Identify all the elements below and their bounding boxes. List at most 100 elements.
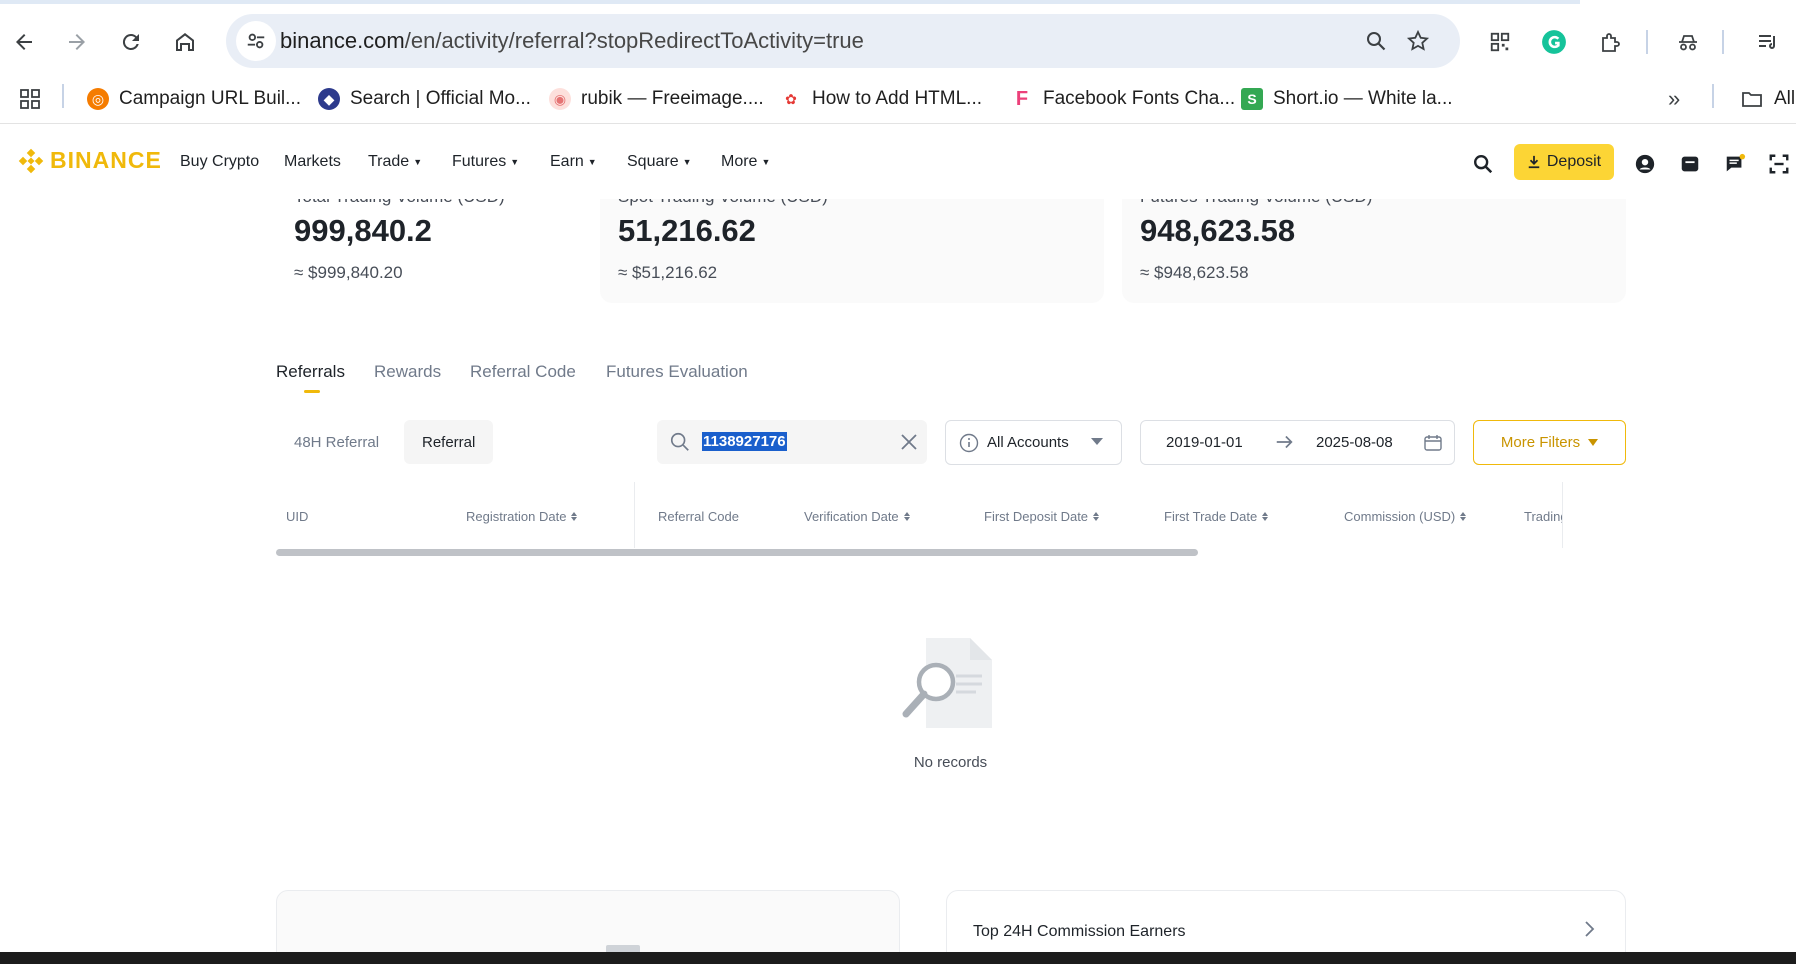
bookmark-item[interactable]: ◆ Search | Official Mo... <box>318 84 531 114</box>
apps-button[interactable] <box>18 84 42 114</box>
sort-icon[interactable] <box>571 512 578 521</box>
toolbar-separator <box>1646 30 1648 54</box>
reload-button[interactable] <box>111 22 151 62</box>
extensions-icon[interactable] <box>1594 26 1626 58</box>
nav-markets[interactable]: Markets <box>284 153 341 171</box>
forward-arrow-icon <box>69 34 85 50</box>
date-to[interactable]: 2025-08-08 <box>1316 434 1393 451</box>
bookmark-item[interactable]: ◉ rubik — Freeimage.... <box>549 84 764 114</box>
url-text[interactable]: binance.com/en/activity/referral?stopRed… <box>280 28 864 54</box>
chevron-down-icon: ▼ <box>510 157 520 167</box>
nav-square[interactable]: Square ▼ <box>627 153 692 171</box>
binance-logo-icon <box>18 148 44 173</box>
reading-list-icon[interactable] <box>1752 26 1784 58</box>
home-button[interactable] <box>165 22 205 62</box>
user-icon[interactable] <box>1632 151 1658 177</box>
segment-48h-referral[interactable]: 48H Referral <box>276 420 397 464</box>
ga-icon: ◎ <box>87 88 109 110</box>
search-icon[interactable] <box>1470 151 1496 177</box>
grammarly-icon[interactable] <box>1538 26 1570 58</box>
scan-icon[interactable] <box>1766 151 1792 177</box>
column-commission[interactable]: Commission (USD) <box>1344 509 1467 524</box>
stat-value: 999,840.2 <box>294 213 432 248</box>
column-label: Trading <box>1524 509 1563 524</box>
nav-buy-crypto[interactable]: Buy Crypto <box>180 153 259 171</box>
shortio-icon: S <box>1241 88 1263 110</box>
tab-referrals[interactable]: Referrals <box>276 362 345 382</box>
chevron-right-icon[interactable] <box>1579 919 1599 939</box>
incognito-icon[interactable] <box>1672 26 1704 58</box>
segment-referral[interactable]: Referral <box>404 420 494 464</box>
column-label: First Deposit Date <box>984 509 1089 524</box>
toolbar-separator <box>1722 30 1724 54</box>
globe-icon: ◆ <box>318 88 340 110</box>
search-value[interactable]: 1138927176 <box>702 432 787 451</box>
nav-futures[interactable]: Futures ▼ <box>452 153 519 171</box>
column-label: Verification Date <box>804 509 899 524</box>
tab-label: Referrals <box>276 362 345 381</box>
column-verification-date[interactable]: Verification Date <box>804 509 910 524</box>
column-trading: Trading <box>1524 509 1563 524</box>
sort-icon[interactable] <box>1262 512 1269 521</box>
bookmark-item[interactable]: ◎ Campaign URL Buil... <box>87 84 301 114</box>
clear-icon[interactable] <box>899 432 919 452</box>
column-divider <box>1562 482 1563 548</box>
more-bookmarks-button[interactable]: » <box>1668 84 1680 114</box>
column-uid: UID <box>286 509 308 524</box>
bookmark-item[interactable]: ✿ How to Add HTML... <box>780 84 982 114</box>
date-from[interactable]: 2019-01-01 <box>1166 434 1243 451</box>
date-range-picker[interactable]: 2019-01-01 2025-08-08 <box>1140 420 1455 465</box>
tab-label: Futures Evaluation <box>606 362 748 381</box>
site-info-button[interactable] <box>236 21 276 61</box>
all-bookmarks-button[interactable]: All <box>1740 84 1795 114</box>
accounts-select[interactable]: All Accounts <box>945 420 1122 465</box>
wallet-icon[interactable] <box>1677 151 1703 177</box>
html-icon: ✿ <box>780 88 802 110</box>
bookmark-label: Campaign URL Buil... <box>119 88 301 109</box>
table-horizontal-scrollbar[interactable] <box>276 549 1198 556</box>
column-first-trade-date[interactable]: First Trade Date <box>1164 509 1269 524</box>
uid-search-input[interactable]: 1138927176 <box>657 420 927 464</box>
back-button[interactable] <box>4 22 44 62</box>
forward-button[interactable] <box>57 22 97 62</box>
bookmark-label: rubik — Freeimage.... <box>581 88 764 109</box>
sort-icon[interactable] <box>903 512 910 521</box>
messages-icon[interactable] <box>1722 151 1748 177</box>
more-filters-button[interactable]: More Filters <box>1473 420 1626 465</box>
bookmark-separator <box>1712 84 1714 108</box>
no-records-text: No records <box>913 754 988 771</box>
qr-code-icon[interactable] <box>1484 26 1516 58</box>
os-taskbar <box>0 952 1796 964</box>
chevron-down-icon: ▼ <box>761 157 771 167</box>
bookmark-item[interactable]: F Facebook Fonts Cha... <box>1011 84 1235 114</box>
binance-header: BINANCE Buy Crypto Markets Trade ▼ Future… <box>0 125 1796 199</box>
nav-trade[interactable]: Trade ▼ <box>368 153 422 171</box>
tab-referral-code[interactable]: Referral Code <box>470 362 576 382</box>
nav-label: Futures <box>452 153 507 170</box>
tab-futures-evaluation[interactable]: Futures Evaluation <box>606 362 748 382</box>
column-first-deposit-date[interactable]: First Deposit Date <box>984 509 1100 524</box>
nav-earn[interactable]: Earn ▼ <box>550 153 597 171</box>
column-label: First Trade Date <box>1164 509 1258 524</box>
nav-more[interactable]: More ▼ <box>721 153 770 171</box>
column-label: Referral Code <box>658 509 739 524</box>
stat-value: 51,216.62 <box>618 213 756 248</box>
folder-icon <box>1742 92 1762 107</box>
column-label: Registration Date <box>466 509 567 524</box>
sort-icon[interactable] <box>1093 512 1100 521</box>
bookmark-star-icon[interactable] <box>1404 27 1432 55</box>
apps-grid-icon <box>20 89 40 109</box>
zoom-icon[interactable] <box>1362 27 1390 55</box>
f-icon: F <box>1011 88 1033 110</box>
sort-icon[interactable] <box>1460 512 1467 521</box>
column-registration-date[interactable]: Registration Date <box>466 509 578 524</box>
tab-rewards[interactable]: Rewards <box>374 362 441 382</box>
nav-label: More <box>721 153 758 170</box>
nav-label: Buy Crypto <box>180 153 260 170</box>
reload-icon <box>122 33 139 50</box>
address-bar[interactable]: binance.com/en/activity/referral?stopRed… <box>226 14 1460 68</box>
bookmark-item[interactable]: S Short.io — White la... <box>1241 84 1453 114</box>
deposit-button[interactable]: Deposit <box>1514 144 1614 180</box>
segment-label: Referral <box>422 433 476 451</box>
binance-logo[interactable]: BINANCE <box>18 147 162 174</box>
